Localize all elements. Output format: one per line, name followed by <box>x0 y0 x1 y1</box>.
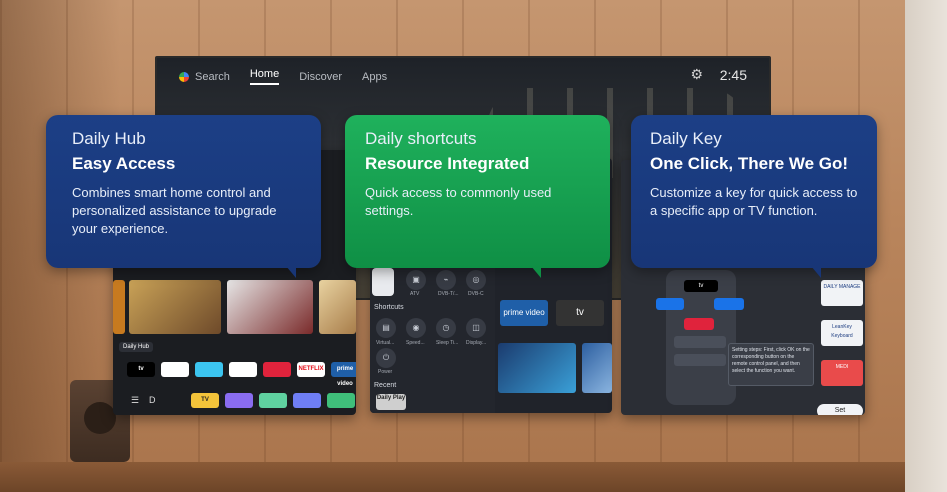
input-selected-tile[interactable] <box>372 268 394 296</box>
dvbt-icon[interactable]: ⌁ <box>436 270 456 290</box>
daily-hub-label: Daily Hub <box>119 342 154 352</box>
app-tile[interactable] <box>293 393 321 408</box>
remote-key[interactable] <box>674 354 726 366</box>
app-tile[interactable] <box>259 393 287 408</box>
apple-tv-tile[interactable]: tv <box>556 300 604 326</box>
apple-tv-key[interactable]: tv <box>684 280 718 292</box>
content-tile[interactable] <box>498 343 576 393</box>
tv-console <box>0 462 905 492</box>
prime-video-tile[interactable]: prime video <box>500 300 548 326</box>
assistant-icon <box>179 71 189 82</box>
callout-title: Easy Access <box>72 154 176 173</box>
daily-play-tile[interactable]: Daily Play <box>376 394 406 410</box>
daily-key-callout: Daily Key One Click, There We Go! Custom… <box>631 115 877 278</box>
shortcuts-heading: Shortcuts <box>374 304 404 311</box>
prime-video-tile[interactable]: prime video <box>331 362 356 387</box>
daily-shortcuts-callout: Daily shortcuts Resource Integrated Quic… <box>345 115 610 278</box>
shortcut-sleep: Sleep Ti... <box>436 340 459 346</box>
tab-dvbt: DVB-T/... <box>438 291 459 297</box>
tv-nav-search[interactable]: Search <box>179 71 230 83</box>
tv-nav-home[interactable]: Home <box>249 68 280 85</box>
app-row: tv NETFLIX prime video <box>127 362 356 387</box>
callout-description: Customize a key for quick access to a sp… <box>650 185 858 218</box>
remote-illustration: tv <box>656 270 770 405</box>
poster-card[interactable] <box>319 280 356 334</box>
display-icon[interactable]: ◫ <box>466 318 486 338</box>
netflix-tile[interactable]: NETFLIX <box>297 362 325 377</box>
tv-nav-bar: Search Home Discover Apps <box>179 68 387 85</box>
speaker-cone <box>84 402 116 434</box>
app-row-2: TV <box>191 393 355 408</box>
callout-subtitle: Daily shortcuts <box>365 129 477 148</box>
d-icon[interactable]: D <box>149 395 156 405</box>
daily-manage-tile[interactable]: DAILY MANAGE <box>821 280 863 306</box>
tv-nav-discover[interactable]: Discover <box>299 71 342 83</box>
sleep-timer-icon[interactable]: ◷ <box>436 318 456 338</box>
tv-app-tile[interactable]: TV <box>191 393 219 408</box>
app-tile[interactable] <box>161 362 189 377</box>
app-tile[interactable] <box>195 362 223 377</box>
daily-hub-callout: Daily Hub Easy Access Combines smart hom… <box>46 115 321 278</box>
set-button[interactable]: Set <box>817 404 863 415</box>
callout-subtitle: Daily Hub <box>72 129 146 148</box>
list-icon[interactable]: ☰ <box>131 395 139 406</box>
remote-key[interactable] <box>714 298 744 310</box>
tv-clock: 2:45 <box>719 67 747 83</box>
setting-steps-tooltip: Setting steps: First, click OK on the co… <box>728 343 814 386</box>
recent-heading: Recent <box>374 382 397 389</box>
app-tile[interactable] <box>263 362 291 377</box>
app-tile[interactable] <box>225 393 253 408</box>
callout-subtitle: Daily Key <box>650 129 722 148</box>
callout-description: Quick access to commonly used settings. <box>365 185 552 218</box>
atv-icon[interactable]: ▣ <box>406 270 426 290</box>
shortcut-power: Power <box>378 369 393 375</box>
shortcut-speed: Speed... <box>406 340 425 346</box>
callout-description: Combines smart home control and personal… <box>72 185 277 236</box>
poster-card[interactable] <box>227 280 313 334</box>
remote-key[interactable] <box>656 298 684 310</box>
shortcut-virtual: Virtual... <box>376 340 395 346</box>
remote-key[interactable] <box>674 336 726 348</box>
callout-title: Resource Integrated <box>365 154 530 173</box>
app-tile[interactable] <box>327 393 355 408</box>
app-tile[interactable] <box>229 362 257 377</box>
tv-nav-apps[interactable]: Apps <box>362 71 387 83</box>
shortcut-display: Display... <box>466 340 487 346</box>
callout-title: One Click, There We Go! <box>650 154 849 173</box>
gear-icon[interactable]: ⚙ <box>690 66 703 83</box>
speed-icon[interactable]: ◉ <box>406 318 426 338</box>
dvbc-icon[interactable]: ◎ <box>466 270 486 290</box>
poster-card[interactable] <box>113 280 125 334</box>
media-tile[interactable]: MEDI <box>821 360 863 386</box>
tab-dvbc: DVB-C <box>468 291 484 297</box>
tv-nav-search-label: Search <box>195 70 230 83</box>
virtual-icon[interactable]: ▤ <box>376 318 396 338</box>
apple-tv-tile[interactable]: tv <box>127 362 155 377</box>
content-tile[interactable] <box>582 343 612 393</box>
wall-right <box>905 0 947 492</box>
leankey-keyboard-tile[interactable]: LeanKey Keyboard <box>821 320 863 346</box>
power-icon[interactable]: ⏻ <box>376 348 396 368</box>
remote-key[interactable] <box>684 318 714 330</box>
poster-card[interactable] <box>129 280 221 334</box>
tab-atv: ATV <box>410 291 420 297</box>
